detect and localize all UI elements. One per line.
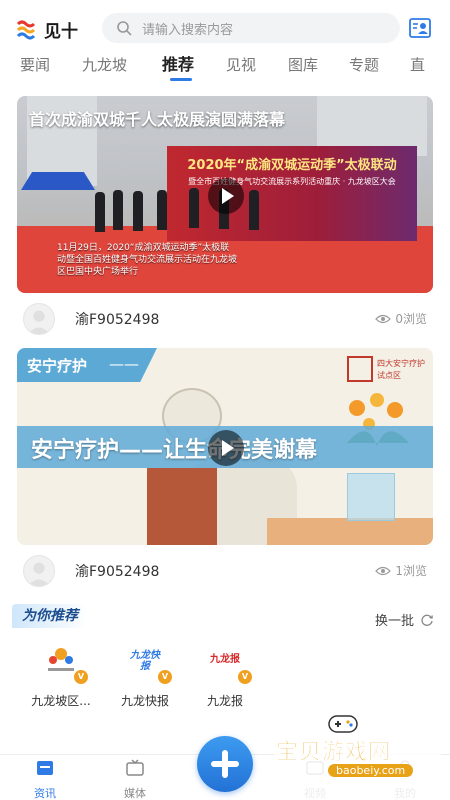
avatar[interactable] — [23, 555, 55, 587]
refresh-button[interactable]: 换一批 — [375, 610, 434, 629]
verified-badge: V — [238, 670, 252, 684]
person-figure — [113, 190, 123, 230]
chair-shape — [147, 468, 217, 545]
topic-tag: 安宁疗护 —— — [17, 348, 157, 382]
view-count-text: 0浏览 — [395, 312, 427, 326]
nav-label: 资讯 — [34, 787, 56, 800]
search-input[interactable]: 请输入搜索内容 — [102, 13, 400, 43]
video-headline: 首次成渝双城千人太极展演圆满落幕 — [29, 110, 286, 129]
top-bar: 见十 请输入搜索内容 — [0, 0, 450, 52]
tab-jianshi[interactable]: 见视 — [226, 52, 256, 82]
default-avatar-icon — [27, 310, 51, 334]
jiulong-bao-logo-icon: 九龙报 — [210, 654, 240, 665]
topic-tag-dash: —— — [109, 355, 139, 373]
verified-badge: V — [74, 670, 88, 684]
plus-icon — [222, 750, 228, 778]
table-shape — [267, 518, 433, 545]
user-card-icon[interactable] — [408, 16, 432, 40]
logo-wave-icon — [16, 20, 36, 40]
channel-tabs: 要闻 九龙坡 推荐 见视 图库 专题 直 — [0, 52, 450, 82]
default-avatar-icon — [27, 562, 51, 586]
view-count: 0浏览 — [375, 310, 427, 327]
card-meta: 渝F9052498 0浏览 — [17, 299, 433, 335]
verified-badge: V — [158, 670, 172, 684]
gamepad-icon — [328, 715, 358, 733]
vase-shape — [347, 473, 395, 521]
feed-card[interactable]: 2020年“成渝双城运动季”太极联动 暨全市百姓健身气功交流展示系列活动重庆 ·… — [17, 96, 433, 335]
account-logo: 九龙快报 V — [124, 640, 172, 684]
person-figure — [157, 190, 167, 230]
play-button[interactable] — [208, 178, 244, 214]
person-figure — [249, 190, 259, 230]
account-logo: 九龙报 V — [204, 640, 252, 684]
play-button[interactable] — [208, 430, 244, 466]
search-placeholder: 请输入搜索内容 — [142, 22, 234, 38]
tab-topics[interactable]: 专题 — [349, 52, 379, 82]
eye-icon — [375, 566, 392, 575]
recommend-title: 为你推荐 — [22, 608, 78, 624]
person-figure — [133, 191, 143, 231]
recommend-item[interactable]: 九龙快报 V 九龙快报 — [110, 640, 180, 709]
video-caption: 11月29日，2020“成渝双城运动季”太极联动暨全国百姓健身气功交流展示活动在… — [57, 243, 238, 277]
publish-button[interactable] — [197, 736, 253, 792]
view-count: 1浏览 — [375, 562, 427, 579]
brand-mark: 四大安宁疗护试点区 — [347, 356, 427, 386]
account-name: 九龙报 — [206, 694, 243, 708]
account-name: 九龙快报 — [120, 694, 169, 708]
recommend-section: 为你推荐 换一批 V 九龙坡区... 九龙快报 V 九龙快报 九龙报 V 九龙报 — [12, 604, 438, 714]
refresh-label: 换一批 — [374, 614, 414, 629]
author-name[interactable]: 渝F9052498 — [75, 561, 159, 581]
nav-label: 媒体 — [124, 787, 146, 800]
view-count-text: 1浏览 — [395, 564, 427, 578]
watermark-url: baobeiy.com — [328, 764, 414, 777]
person-figure — [189, 188, 199, 228]
nav-media[interactable]: 媒体 — [105, 759, 165, 800]
tab-gallery[interactable]: 图库 — [288, 52, 318, 82]
tab-yaowen[interactable]: 要闻 — [20, 52, 50, 82]
video-thumbnail[interactable]: 安宁疗护 —— 四大安宁疗护试点区 安宁疗护——让生命完美谢幕 — [17, 348, 433, 545]
eye-icon — [375, 314, 392, 323]
recommend-item[interactable]: 九龙报 V 九龙报 — [190, 640, 260, 709]
logo-text: 见十 — [44, 21, 78, 42]
account-logo: V — [40, 640, 88, 684]
event-backdrop: 2020年“成渝双城运动季”太极联动 暨全市百姓健身气功交流展示系列活动重庆 ·… — [167, 146, 417, 241]
author-name[interactable]: 渝F9052498 — [75, 309, 159, 329]
card-meta: 渝F9052498 1浏览 — [17, 551, 433, 587]
site-watermark: 宝贝游戏网 baobeiy.com — [270, 710, 445, 800]
avatar[interactable] — [23, 303, 55, 335]
tab-live[interactable]: 直 — [410, 52, 425, 82]
video-thumbnail[interactable]: 2020年“成渝双城运动季”太极联动 暨全市百姓健身气功交流展示系列活动重庆 ·… — [17, 96, 433, 293]
feed-card[interactable]: 安宁疗护 —— 四大安宁疗护试点区 安宁疗护——让生命完美谢幕 渝F905249… — [17, 348, 433, 587]
blue-tent-shape — [21, 172, 95, 190]
recommend-item[interactable]: V 九龙坡区... — [26, 640, 96, 709]
video-headline: 安宁疗护——让生命完美谢幕 — [31, 438, 318, 463]
brand-seal-icon — [347, 356, 373, 382]
app-logo[interactable]: 见十 — [16, 16, 88, 42]
tv-icon — [126, 759, 144, 776]
topic-tag-text: 安宁疗护 — [27, 357, 88, 375]
recommend-title-bg: 为你推荐 — [12, 604, 88, 628]
active-tab-indicator — [170, 78, 192, 81]
account-name: 九龙坡区... — [31, 694, 91, 708]
person-figure — [95, 192, 105, 232]
watermark-text: 宝贝游戏网 — [276, 740, 392, 766]
nav-news[interactable]: 资讯 — [15, 759, 75, 800]
home-icon — [37, 761, 53, 775]
jiulong-kuaibao-logo-icon: 九龙快报 — [130, 650, 160, 672]
brand-text: 四大安宁疗护试点区 — [377, 359, 425, 380]
refresh-icon — [421, 614, 433, 626]
search-icon — [117, 21, 132, 36]
backdrop-title: 2020年“成渝双城运动季”太极联动 — [187, 158, 397, 173]
tab-jiulongpo[interactable]: 九龙坡 — [82, 52, 127, 82]
